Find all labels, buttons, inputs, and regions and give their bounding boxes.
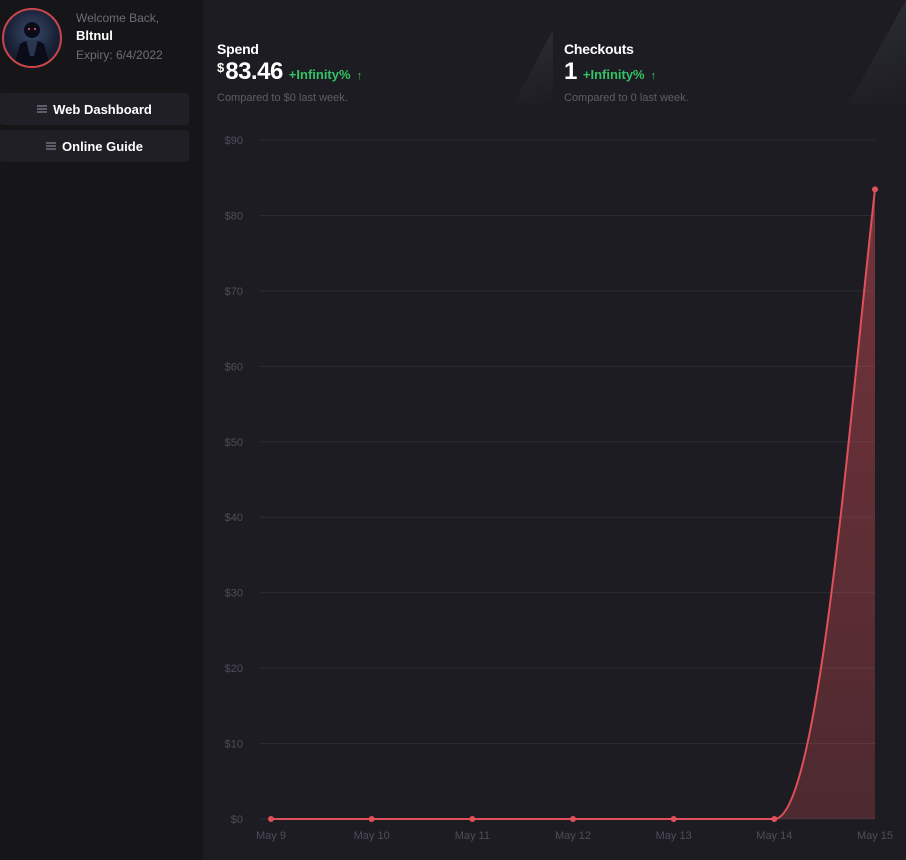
data-point: [469, 816, 476, 822]
web-dashboard-button[interactable]: Web Dashboard: [0, 93, 189, 125]
list-icon: [37, 105, 48, 113]
series-line: [271, 189, 876, 820]
y-tick-label: $70: [225, 286, 243, 298]
x-tick-label: May 10: [354, 830, 390, 842]
y-tick-label: $0: [231, 814, 243, 826]
x-tick-label: May 9: [256, 830, 286, 842]
x-tick-label: May 12: [555, 830, 591, 842]
y-tick-label: $50: [225, 437, 243, 449]
welcome-text: Welcome Back,: [76, 11, 160, 25]
x-tick-label: May 15: [857, 830, 893, 842]
online-guide-label: Online Guide: [62, 138, 143, 154]
list-icon: [46, 142, 57, 150]
online-guide-button[interactable]: Online Guide: [0, 130, 189, 162]
web-dashboard-label: Web Dashboard: [53, 101, 152, 117]
expiry-date: Expiry: 6/4/2022: [76, 48, 163, 62]
avatar-image: [14, 22, 50, 66]
data-point: [570, 816, 576, 822]
user-avatar[interactable]: [2, 8, 62, 68]
x-tick-label: May 11: [455, 830, 490, 842]
data-point: [268, 816, 274, 822]
username: Bltnul: [76, 28, 113, 43]
area-fill: [271, 189, 875, 819]
y-tick-label: $40: [225, 512, 243, 524]
spend-chart: $0 $10 $20 $30 $40 $50 $60 $70 $80 $90 May 9 May 10…: [225, 135, 893, 842]
app-root: Welcome Back, Bltnul Expiry: 6/4/2022 We…: [0, 0, 906, 860]
data-point: [670, 816, 677, 822]
sidebar: Welcome Back, Bltnul Expiry: 6/4/2022 We…: [0, 0, 203, 860]
y-tick-label: $90: [225, 135, 243, 147]
data-point: [771, 816, 778, 822]
x-tick-label: May 14: [756, 830, 792, 842]
y-tick-label: $80: [225, 210, 243, 222]
main-content: Spend $ 83.46 +Infinity% ↑ Compared to $…: [203, 0, 906, 860]
data-point: [872, 186, 878, 193]
x-tick-label: May 13: [656, 830, 692, 842]
y-tick-label: $30: [225, 588, 243, 600]
y-tick-label: $60: [225, 361, 243, 373]
y-tick-label: $10: [225, 739, 243, 751]
data-point: [368, 816, 375, 822]
y-tick-label: $20: [225, 663, 243, 675]
